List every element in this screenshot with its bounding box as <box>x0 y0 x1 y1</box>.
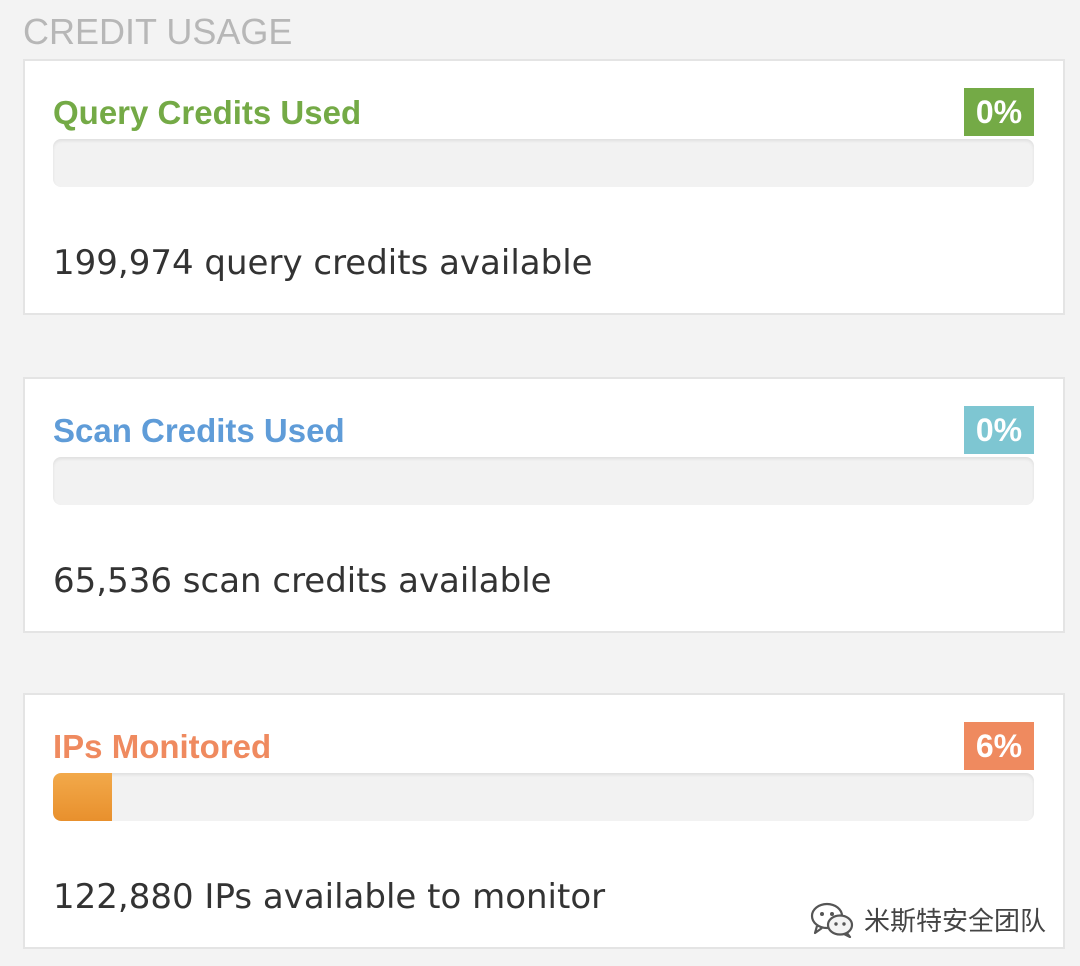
ips-monitored-availability: 122,880 IPs available to monitor <box>53 875 605 919</box>
ips-monitored-progress-bar <box>53 773 1034 821</box>
scan-credits-card: Scan Credits Used 0% 65,536 scan credits… <box>23 377 1065 633</box>
scan-credits-progress-bar <box>53 457 1034 505</box>
ips-monitored-progress-fill <box>53 773 112 821</box>
query-credits-available-count: 199,974 <box>53 243 194 283</box>
query-credits-available-label: query credits available <box>204 243 593 283</box>
query-credits-availability: 199,974 query credits available <box>53 241 593 285</box>
query-credits-percent-badge: 0% <box>964 88 1034 136</box>
ips-available-label: IPs available to monitor <box>204 877 606 917</box>
scan-credits-available-count: 65,536 <box>53 561 172 601</box>
scan-credits-availability: 65,536 scan credits available <box>53 559 552 603</box>
query-credits-heading: Query Credits Used <box>53 94 362 131</box>
wechat-icon <box>810 902 854 938</box>
watermark-text: 米斯特安全团队 <box>863 907 1046 937</box>
ips-available-count: 122,880 <box>53 877 194 917</box>
scan-credits-heading: Scan Credits Used <box>53 412 345 449</box>
ips-monitored-heading: IPs Monitored <box>53 728 272 765</box>
watermark: 米斯特安全团队 <box>810 901 1046 938</box>
query-credits-card: Query Credits Used 0% 199,974 query cred… <box>23 59 1065 315</box>
scan-credits-available-label: scan credits available <box>182 561 552 601</box>
ips-monitored-percent-badge: 6% <box>964 722 1034 770</box>
scan-credits-percent-badge: 0% <box>964 406 1034 454</box>
section-title: CREDIT USAGE <box>23 11 293 52</box>
query-credits-progress-bar <box>53 139 1034 187</box>
